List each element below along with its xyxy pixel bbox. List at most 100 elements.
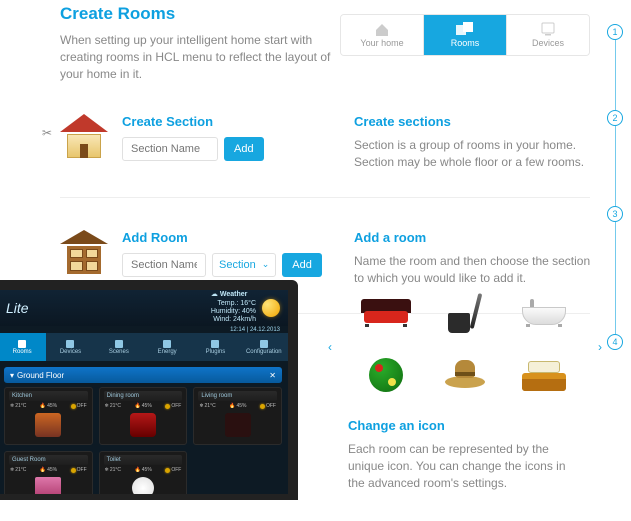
divider [60, 197, 590, 198]
main-tabs: Your home Rooms Devices [340, 14, 590, 56]
weather-widget: ☁Weather Temp.: 16°C Humidity: 40% Wind:… [211, 291, 280, 325]
icons-next[interactable]: › [598, 340, 602, 354]
laptop-preview: Lite ☁Weather Temp.: 16°C Humidity: 40% … [0, 280, 298, 500]
page-title: Create Rooms [60, 4, 340, 24]
tab-label: Your home [360, 38, 403, 48]
readout-off: OFF [171, 467, 181, 473]
step-1: 1 [607, 24, 623, 40]
icons-prev[interactable]: ‹ [328, 340, 332, 354]
house-icon [60, 114, 108, 158]
change-icon-heading: Change an icon [348, 418, 582, 433]
nav-config[interactable]: Configuration [240, 333, 288, 361]
floor-header[interactable]: ▾Ground Floor ✕ [4, 367, 282, 383]
room-card[interactable]: Living room ❄21°C🔥45%OFF [193, 387, 282, 445]
tab-label: Devices [532, 38, 564, 48]
room-card-title: Toilet [104, 455, 183, 465]
add-room-row: Add Room Section ⌄ Add Add a room Name t… [60, 230, 631, 287]
bathtub-icon[interactable] [517, 290, 572, 336]
readout-off: OFF [77, 467, 87, 473]
step-4: 4 [607, 334, 623, 350]
add-section-button[interactable]: Add [224, 137, 264, 161]
nav-rooms[interactable]: Rooms [0, 333, 46, 361]
floor-name: Ground Floor [17, 371, 64, 380]
nav-label: Rooms [13, 349, 32, 355]
hat-icon[interactable] [437, 352, 492, 398]
nav-label: Configuration [246, 349, 282, 355]
app-logo: Lite [6, 300, 29, 316]
create-sections-heading: Create sections [354, 114, 594, 129]
rooms-building-icon [60, 230, 108, 274]
readout-pct: 45% [142, 467, 152, 473]
readout-temp: 21°C [110, 403, 121, 409]
devices-icon [539, 22, 557, 36]
section-select-label: Section [219, 259, 256, 271]
nav-devices[interactable]: Devices [46, 333, 94, 361]
nav-label: Energy [158, 349, 177, 355]
add-room-button[interactable]: Add [282, 253, 322, 277]
room-card-title: Dining room [104, 391, 183, 401]
readout-off: OFF [171, 403, 181, 409]
create-section-row: Create Section Add Create sections Secti… [60, 114, 631, 171]
nav-label: Devices [60, 349, 81, 355]
sofa-icon[interactable] [358, 290, 413, 336]
bed-icon[interactable] [517, 352, 572, 398]
clock: 12:14 | 24.12.2013 [0, 326, 288, 333]
readout-temp: 21°C [15, 403, 26, 409]
add-room-heading: Add a room [354, 230, 594, 245]
room-card-title: Kitchen [9, 391, 88, 401]
step-indicator: 1 2 3 4 [605, 24, 625, 350]
bulb-icon [165, 468, 170, 473]
chevron-down-icon: ⌄ [262, 259, 270, 270]
create-sections-desc: Section is a group of rooms in your home… [354, 137, 594, 171]
room-card[interactable]: Kitchen ❄21°C🔥45%OFF [4, 387, 93, 445]
pool-balls-icon[interactable] [358, 352, 413, 398]
tab-label: Rooms [451, 38, 480, 48]
room-name-input[interactable] [122, 253, 206, 277]
tab-your-home[interactable]: Your home [341, 15, 423, 55]
nav-label: Plugins [206, 349, 226, 355]
readout-pct: 45% [47, 403, 57, 409]
readout-pct: 45% [142, 403, 152, 409]
room-card-title: Living room [198, 391, 277, 401]
add-room-title: Add Room [122, 230, 322, 245]
tab-devices[interactable]: Devices [506, 15, 589, 55]
room-icon-grid [340, 290, 590, 398]
nav-energy[interactable]: Energy [143, 333, 191, 361]
rooms-icon [456, 22, 474, 36]
nav-plugins[interactable]: Plugins [191, 333, 239, 361]
readout-temp: 21°C [110, 467, 121, 473]
add-room-desc: Name the room and then choose the sectio… [354, 253, 594, 287]
page-intro-text: When setting up your intelligent home st… [60, 32, 340, 82]
bulb-icon [260, 404, 265, 409]
weather-label: Weather [220, 291, 248, 299]
readout-pct: 45% [236, 403, 246, 409]
bulb-icon [71, 468, 76, 473]
laptop-nav: Rooms Devices Scenes Energy Plugins Conf… [0, 333, 288, 361]
sun-icon [262, 299, 280, 317]
home-icon [373, 22, 391, 36]
readout-temp: 21°C [205, 403, 216, 409]
room-card[interactable]: Dining room ❄21°C🔥45%OFF [99, 387, 188, 445]
create-section-title: Create Section [122, 114, 264, 129]
readout-pct: 45% [47, 467, 57, 473]
step-2: 2 [607, 110, 623, 126]
room-card[interactable]: Toilet ❄21°C🔥45%OFF [99, 451, 188, 500]
weather-temp: Temp.: 16°C [211, 300, 256, 308]
scissors-icon: ✂ [42, 126, 52, 140]
readout-off: OFF [266, 403, 276, 409]
tab-rooms[interactable]: Rooms [423, 15, 506, 55]
nav-scenes[interactable]: Scenes [95, 333, 143, 361]
ink-pen-icon[interactable] [437, 290, 492, 336]
readout-temp: 21°C [15, 467, 26, 473]
section-select[interactable]: Section ⌄ [212, 253, 276, 277]
nav-label: Scenes [109, 349, 129, 355]
change-icon-desc: Each room can be represented by the uniq… [348, 441, 582, 491]
close-icon[interactable]: ✕ [269, 371, 276, 380]
bulb-icon [165, 404, 170, 409]
section-name-input[interactable] [122, 137, 218, 161]
room-card[interactable]: Guest Room ❄21°C🔥45%OFF [4, 451, 93, 500]
step-3: 3 [607, 206, 623, 222]
room-card-title: Guest Room [9, 455, 88, 465]
bulb-icon [71, 404, 76, 409]
chevron-down-icon: ▾ [10, 371, 14, 380]
